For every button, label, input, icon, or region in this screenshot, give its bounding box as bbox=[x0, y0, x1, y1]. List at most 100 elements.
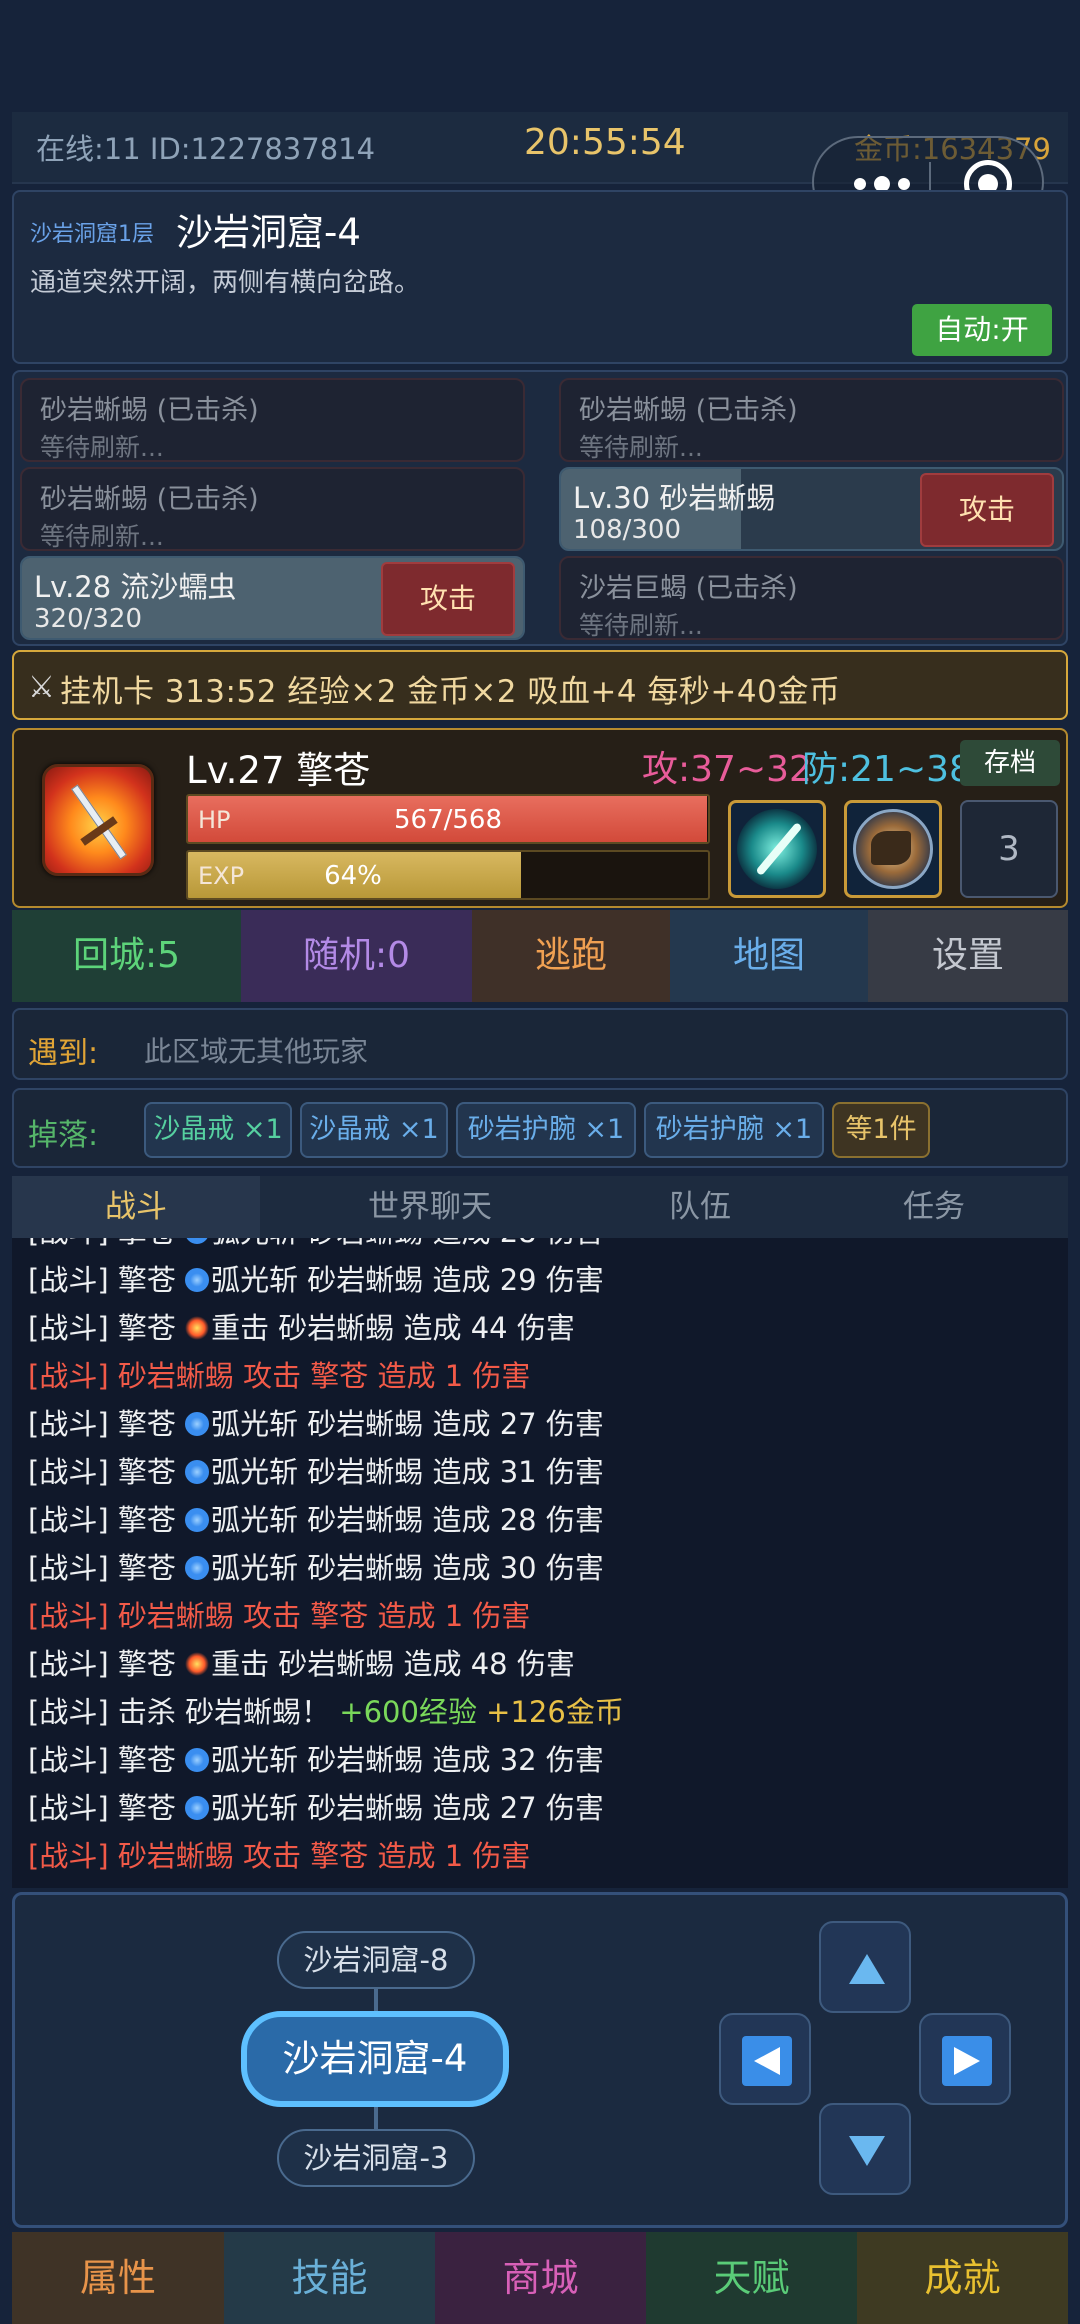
crossed-swords-icon: ⚔ bbox=[28, 670, 55, 705]
log-text: [战斗] 擎苍 bbox=[28, 1551, 186, 1585]
log-line: [战斗] 擎苍 重击 砂岩蜥蜴 造成 48 伤害 bbox=[28, 1640, 1058, 1688]
log-text: 重击 砂岩蜥蜴 造成 48 伤害 bbox=[211, 1647, 575, 1681]
enemy-panel: 砂岩蜥蜴 (已击杀) 等待刷新... 砂岩蜥蜴 (已击杀) 等待刷新... 砂岩… bbox=[12, 370, 1068, 646]
drop-more[interactable]: 等1件 bbox=[832, 1102, 930, 1158]
arrow-left-icon bbox=[754, 2047, 780, 2075]
enemy-name: Lv.28 流沙蠕虫 bbox=[34, 570, 237, 604]
save-button[interactable]: 存档 bbox=[960, 740, 1060, 786]
enemy-status: 等待刷新... bbox=[579, 611, 703, 640]
enemy-name: 砂岩蜥蜴 (已击杀) bbox=[40, 395, 259, 426]
log-text: 弧光斩 砂岩蜥蜴 造成 30 伤害 bbox=[211, 1551, 604, 1585]
drop-label: 掉落: bbox=[28, 1118, 99, 1153]
log-text: [战斗] 擎苍 bbox=[28, 1503, 186, 1537]
encounter-row: 遇到: 此区域无其他玩家 bbox=[12, 1008, 1068, 1080]
drop-item[interactable]: 砂岩护腕 ×1 bbox=[456, 1102, 636, 1158]
log-text: [战斗] 击杀 砂岩蜥蜴！ bbox=[28, 1695, 340, 1729]
shop-button[interactable]: 商城 bbox=[435, 2232, 646, 2324]
location-name: 沙岩洞窟-4 bbox=[176, 211, 361, 254]
bottom-menu: 属性 技能 商城 天赋 成就 bbox=[12, 2232, 1068, 2324]
map-node-north[interactable]: 沙岩洞窟-8 bbox=[277, 1931, 475, 1989]
arrow-up-icon bbox=[849, 1954, 885, 1984]
log-text: [战斗] 擎苍 bbox=[28, 1791, 186, 1825]
dash-skill-icon[interactable] bbox=[844, 800, 942, 898]
log-text: [战斗] 砂岩蜥蜴 攻击 擎苍 造成 1 伤害 bbox=[28, 1839, 531, 1873]
attack-button[interactable]: 攻击 bbox=[381, 562, 515, 636]
online-id-text: 在线:11 ID:1227837814 bbox=[36, 132, 376, 166]
log-text: [战斗] 擎苍 bbox=[28, 1455, 186, 1489]
exp-reward: +600经验 bbox=[339, 1695, 487, 1729]
settings-button[interactable]: 设置 bbox=[868, 910, 1068, 1002]
move-up-button[interactable] bbox=[819, 1921, 911, 2013]
tab-quests[interactable]: 任务 bbox=[800, 1176, 1068, 1238]
log-line: [战斗] 擎苍 弧光斩 砂岩蜥蜴 造成 27 伤害 bbox=[28, 1784, 1058, 1832]
clock-text: 20:55:54 bbox=[524, 122, 686, 163]
hero-name: Lv.27 擎苍 bbox=[186, 749, 371, 792]
enemy-slot: 砂岩蜥蜴 (已击杀) 等待刷新... bbox=[559, 378, 1064, 462]
arrow-right-icon bbox=[954, 2047, 980, 2075]
skill-figure bbox=[871, 831, 911, 865]
tab-team[interactable]: 队伍 bbox=[600, 1176, 800, 1238]
skill-slot-3[interactable]: 3 bbox=[960, 800, 1058, 898]
enemy-slot: 砂岩蜥蜴 (已击杀) 等待刷新... bbox=[20, 378, 525, 462]
log-text: 弧光斩 砂岩蜥蜴 造成 27 伤害 bbox=[211, 1407, 604, 1441]
drop-item[interactable]: 沙晶戒 ×1 bbox=[300, 1102, 448, 1158]
burst-icon bbox=[185, 1652, 210, 1676]
skills-button[interactable]: 技能 bbox=[224, 2232, 435, 2324]
log-text: [战斗] 擎苍 bbox=[28, 1647, 186, 1681]
hp-bar: 567/568 HP bbox=[186, 794, 710, 844]
enemy-name: Lv.30 砂岩蜥蜴 bbox=[573, 481, 776, 515]
tab-battle[interactable]: 战斗 bbox=[12, 1176, 260, 1238]
arc-slash-skill-icon[interactable] bbox=[728, 800, 826, 898]
buff-text: 挂机卡 313:52 经验×2 金币×2 吸血+4 每秒+40金币 bbox=[60, 674, 841, 710]
hero-avatar[interactable] bbox=[42, 764, 154, 876]
map-node-south[interactable]: 沙岩洞窟-3 bbox=[277, 2129, 475, 2187]
log-line: [战斗] 擎苍 弧光斩 砂岩蜥蜴 造成 28 伤害 bbox=[28, 1238, 1058, 1256]
achievements-button[interactable]: 成就 bbox=[857, 2232, 1068, 2324]
hero-panel: Lv.27 擎苍 攻:37~32 防:21~38 存档 567/568 HP 6… bbox=[12, 728, 1068, 908]
map-button[interactable]: 地图 bbox=[670, 910, 868, 1002]
log-line: [战斗] 擎苍 弧光斩 砂岩蜥蜴 造成 31 伤害 bbox=[28, 1448, 1058, 1496]
defense-stat: 防:21~38 bbox=[802, 749, 972, 790]
log-line: [战斗] 擎苍 弧光斩 砂岩蜥蜴 造成 29 伤害 bbox=[28, 1256, 1058, 1304]
tab-world-chat[interactable]: 世界聊天 bbox=[260, 1176, 600, 1238]
move-left-button[interactable] bbox=[719, 2013, 811, 2105]
log-line: [战斗] 击杀 砂岩蜥蜴！ +600经验 +126金币 bbox=[28, 1688, 1058, 1736]
battle-log[interactable]: [战斗] 擎苍 弧光斩 砂岩蜥蜴 造成 28 伤害[战斗] 擎苍 弧光斩 砂岩蜥… bbox=[12, 1238, 1068, 1888]
log-text: 弧光斩 砂岩蜥蜴 造成 29 伤害 bbox=[211, 1263, 604, 1297]
swirl-icon bbox=[185, 1796, 210, 1820]
enemy-hp-text: 320/320 bbox=[34, 604, 143, 634]
return-town-button[interactable]: 回城:5 bbox=[12, 910, 241, 1002]
drop-item[interactable]: 砂岩护腕 ×1 bbox=[644, 1102, 824, 1158]
swirl-icon bbox=[185, 1460, 210, 1484]
auto-toggle-button[interactable]: 自动:开 bbox=[912, 304, 1052, 356]
log-text: [战斗] 擎苍 bbox=[28, 1743, 186, 1777]
map-connector bbox=[374, 2105, 378, 2131]
random-button[interactable]: 随机:0 bbox=[241, 910, 472, 1002]
log-line: [战斗] 砂岩蜥蜴 攻击 擎苍 造成 1 伤害 bbox=[28, 1592, 1058, 1640]
log-text: 重击 砂岩蜥蜴 造成 44 伤害 bbox=[211, 1311, 575, 1345]
log-text: [战斗] 砂岩蜥蜴 攻击 擎苍 造成 1 伤害 bbox=[28, 1599, 531, 1633]
log-text: [战斗] 擎苍 bbox=[28, 1407, 186, 1441]
flee-button[interactable]: 逃跑 bbox=[472, 910, 670, 1002]
enemy-slot: 砂岩蜥蜴 (已击杀) 等待刷新... bbox=[20, 467, 525, 551]
location-panel: 沙岩洞窟1层 沙岩洞窟-4 通道突然开阔，两侧有横向岔路。 自动:开 bbox=[12, 190, 1068, 364]
enemy-status: 等待刷新... bbox=[40, 522, 164, 551]
battle-log-lines: [战斗] 擎苍 弧光斩 砂岩蜥蜴 造成 28 伤害[战斗] 擎苍 弧光斩 砂岩蜥… bbox=[28, 1238, 1058, 1880]
drop-item[interactable]: 沙晶戒 ×1 bbox=[144, 1102, 292, 1158]
map-node-current[interactable]: 沙岩洞窟-4 bbox=[241, 2011, 509, 2107]
talents-button[interactable]: 天赋 bbox=[646, 2232, 857, 2324]
attributes-button[interactable]: 属性 bbox=[12, 2232, 224, 2324]
gold-reward: +126金币 bbox=[486, 1695, 624, 1729]
log-line: [战斗] 擎苍 弧光斩 砂岩蜥蜴 造成 27 伤害 bbox=[28, 1400, 1058, 1448]
enemy-slot: Lv.30 砂岩蜥蜴 108/300 攻击 bbox=[559, 467, 1064, 551]
action-nav: 回城:5 随机:0 逃跑 地图 设置 bbox=[12, 910, 1068, 1002]
swirl-icon bbox=[185, 1412, 210, 1436]
swirl-icon bbox=[185, 1268, 210, 1292]
log-text: [战斗] 擎苍 bbox=[28, 1311, 186, 1345]
log-line: [战斗] 擎苍 弧光斩 砂岩蜥蜴 造成 30 伤害 bbox=[28, 1544, 1058, 1592]
enemy-name: 砂岩蜥蜴 (已击杀) bbox=[579, 395, 798, 426]
move-down-button[interactable] bbox=[819, 2103, 911, 2195]
attack-button[interactable]: 攻击 bbox=[920, 473, 1054, 547]
move-right-button[interactable] bbox=[919, 2013, 1011, 2105]
burst-icon bbox=[185, 1316, 210, 1340]
